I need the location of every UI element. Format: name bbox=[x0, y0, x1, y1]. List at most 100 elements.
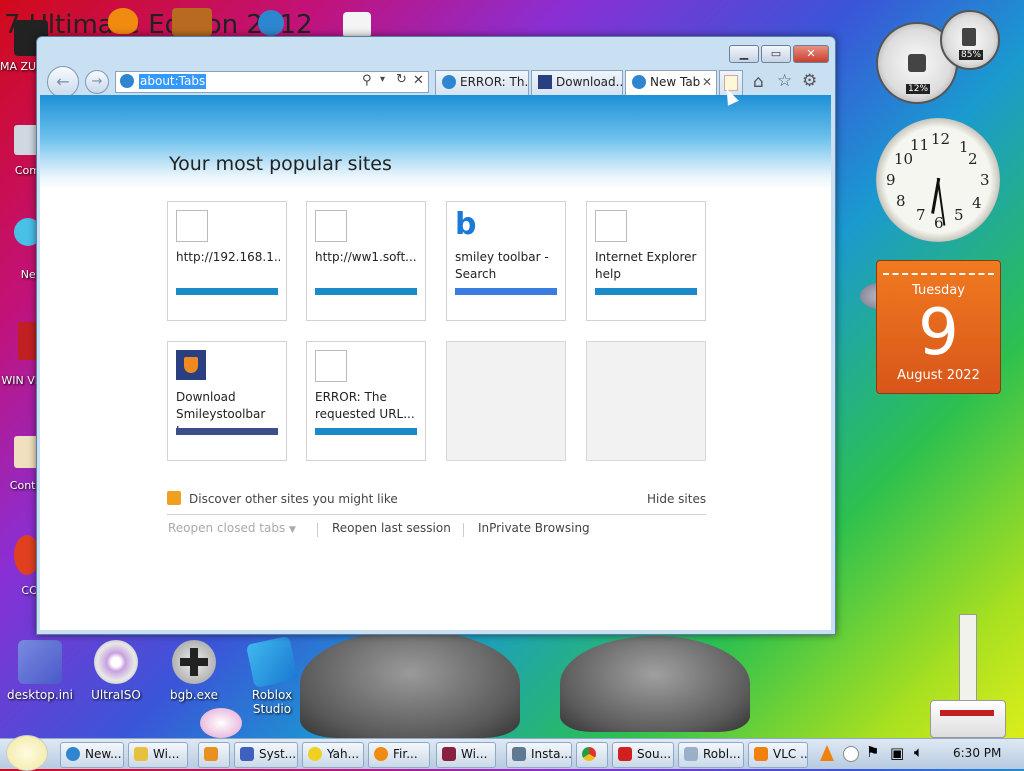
taskbar-button-new-tab[interactable]: New... bbox=[60, 742, 124, 768]
favorites-star-icon[interactable]: ☆ bbox=[777, 71, 792, 91]
taskbar-button-label: Fir... bbox=[393, 747, 418, 761]
reopen-closed-tabs-label: Reopen closed tabs bbox=[168, 521, 286, 535]
refresh-icon[interactable]: ↻ bbox=[396, 72, 407, 87]
bing-icon: b bbox=[455, 207, 477, 242]
site-tile[interactable]: http://ww1.soft... bbox=[306, 201, 426, 321]
volume-icon[interactable]: 🔈︎ bbox=[914, 743, 923, 761]
minimize-button[interactable]: ▁ bbox=[729, 45, 759, 63]
maximize-button[interactable]: ▭ bbox=[761, 45, 791, 63]
taskbar-button-sound[interactable]: Sou... bbox=[612, 742, 674, 768]
desktop-icon-desktop-ini[interactable]: desktop.ini bbox=[0, 640, 80, 702]
roblox-icon bbox=[684, 747, 698, 761]
discover-sites-link[interactable]: Discover other sites you might like bbox=[189, 492, 398, 506]
firefox-icon[interactable] bbox=[108, 8, 138, 34]
taskbar-button-label: Insta... bbox=[531, 747, 572, 761]
reopen-last-session-link[interactable]: Reopen last session bbox=[332, 521, 451, 535]
clock-gadget: 12 1 2 3 4 5 6 7 8 9 10 11 bbox=[876, 118, 1000, 242]
calendar-rings bbox=[883, 263, 994, 275]
tab-new-tab[interactable]: New Tab ✕ bbox=[625, 70, 717, 95]
site-tile[interactable]: b smiley toolbar - Search bbox=[446, 201, 566, 321]
taskbar-button-install[interactable]: Insta... bbox=[506, 742, 572, 768]
shield-icon bbox=[538, 75, 552, 89]
clock-time[interactable]: 6:30 PM bbox=[953, 746, 1001, 760]
chevron-down-icon[interactable]: ▾ bbox=[380, 74, 385, 85]
sound-icon bbox=[618, 747, 632, 761]
site-tile-bar bbox=[176, 428, 278, 435]
taskbar-button-windows[interactable]: Wi... bbox=[128, 742, 188, 768]
taskbar-button-winrar[interactable]: Wi... bbox=[436, 742, 496, 768]
page-content: Your most popular sites http://192.168.1… bbox=[40, 95, 831, 630]
desktop-icon-label: UltraISO bbox=[91, 688, 141, 702]
clock-numeral: 5 bbox=[954, 206, 964, 224]
page-header-gradient bbox=[40, 95, 831, 190]
empty-site-tile[interactable] bbox=[446, 341, 566, 461]
taskbar-button-label: Wi... bbox=[153, 747, 180, 761]
empty-site-tile[interactable] bbox=[586, 341, 706, 461]
hide-sites-link[interactable]: Hide sites bbox=[647, 492, 706, 506]
clock-numeral: 9 bbox=[886, 171, 896, 189]
address-input[interactable]: about:Tabs bbox=[139, 74, 207, 89]
stop-icon[interactable]: ✕ bbox=[413, 73, 424, 88]
desktop-icon-bgb[interactable]: bgb.exe bbox=[154, 640, 234, 702]
firefox-icon bbox=[374, 747, 388, 761]
tab-error[interactable]: ERROR: Th... bbox=[435, 70, 529, 95]
desktop-label-computer: Com bbox=[14, 164, 40, 177]
inprivate-browsing-link[interactable]: InPrivate Browsing bbox=[478, 521, 590, 535]
taskbar-button-label: Yah... bbox=[327, 747, 360, 761]
taskbar: New... Wi... Syst... Yah... Fir... Wi...… bbox=[0, 735, 1024, 771]
chrome-icon bbox=[582, 747, 596, 761]
start-button[interactable] bbox=[6, 735, 48, 771]
file-icon bbox=[18, 640, 62, 684]
flag-icon[interactable]: ⚑ bbox=[866, 743, 879, 761]
close-window-button[interactable]: ✕ bbox=[793, 45, 829, 63]
vlc-tray-icon[interactable] bbox=[820, 745, 834, 761]
site-tile[interactable]: http://192.168.1... bbox=[167, 201, 287, 321]
tab-download[interactable]: Download... bbox=[531, 70, 623, 95]
network-icon[interactable]: ▣ bbox=[890, 744, 904, 762]
chevron-down-icon: ▼ bbox=[289, 525, 296, 535]
tab-label: Download... bbox=[556, 75, 623, 89]
calendar-gadget: Tuesday 9 August 2022 bbox=[876, 260, 1001, 394]
disc-icon bbox=[94, 640, 138, 684]
desktop-icon-label: bgb.exe bbox=[170, 688, 218, 702]
smiley-tray-icon[interactable] bbox=[843, 746, 859, 762]
desktop-label-ccleaner: CCI bbox=[21, 584, 40, 597]
reopen-closed-tabs-link[interactable]: Reopen closed tabs ▼ bbox=[168, 521, 296, 535]
desktop-icon-label: desktop.ini bbox=[7, 688, 73, 702]
site-tile[interactable]: Internet Explorer help bbox=[586, 201, 706, 321]
internet-explorer-icon[interactable] bbox=[258, 10, 284, 36]
taskbar-button-vlc[interactable]: VLC ... bbox=[748, 742, 808, 768]
desktop-label-network: Net bbox=[20, 268, 40, 281]
address-bar[interactable]: about:Tabs ⚲ ▾ ↻ ✕ bbox=[115, 71, 429, 93]
search-icon[interactable]: ⚲ bbox=[362, 73, 372, 88]
close-tab-icon[interactable]: ✕ bbox=[702, 71, 712, 94]
clock-numeral: 12 bbox=[931, 130, 951, 148]
site-tile-bar bbox=[315, 288, 417, 295]
site-tile-bar bbox=[595, 288, 697, 295]
taskbar-button-media[interactable] bbox=[198, 742, 230, 768]
taskbar-button-firefox[interactable]: Fir... bbox=[368, 742, 430, 768]
briefcase-icon[interactable] bbox=[172, 8, 212, 36]
site-tile[interactable]: ERROR: The requested URL... bbox=[306, 341, 426, 461]
forward-button[interactable]: → bbox=[85, 70, 109, 94]
taskbar-button-label: Robl... bbox=[703, 747, 741, 761]
taskbar-button-roblox[interactable]: Robl... bbox=[678, 742, 744, 768]
taskbar-button-chrome[interactable] bbox=[576, 742, 608, 768]
roblox-icon[interactable] bbox=[343, 12, 371, 38]
desktop-icon-roblox-studio[interactable]: Roblox Studio bbox=[232, 635, 312, 716]
taskbar-button-system[interactable]: Syst... bbox=[234, 742, 298, 768]
site-tile[interactable]: Download Smileystoolbar I... bbox=[167, 341, 287, 461]
archive-icon bbox=[442, 747, 456, 761]
site-tile-bar bbox=[176, 288, 278, 295]
taskbar-button-yahoo[interactable]: Yah... bbox=[302, 742, 364, 768]
gear-icon[interactable]: ⚙ bbox=[802, 71, 817, 91]
taskbar-button-label: VLC ... bbox=[773, 747, 808, 761]
home-icon[interactable]: ⌂ bbox=[753, 72, 764, 92]
tab-label: ERROR: Th... bbox=[460, 75, 529, 89]
separator bbox=[317, 523, 318, 537]
back-button[interactable]: ← bbox=[47, 66, 79, 98]
memory-gauge: 85% bbox=[940, 10, 1000, 70]
desktop-icon-ultraiso[interactable]: UltraISO bbox=[76, 640, 156, 702]
browser-window: ▁ ▭ ✕ ← → about:Tabs ⚲ ▾ ↻ ✕ ERROR: Th..… bbox=[36, 36, 836, 635]
installer-icon bbox=[512, 747, 526, 761]
